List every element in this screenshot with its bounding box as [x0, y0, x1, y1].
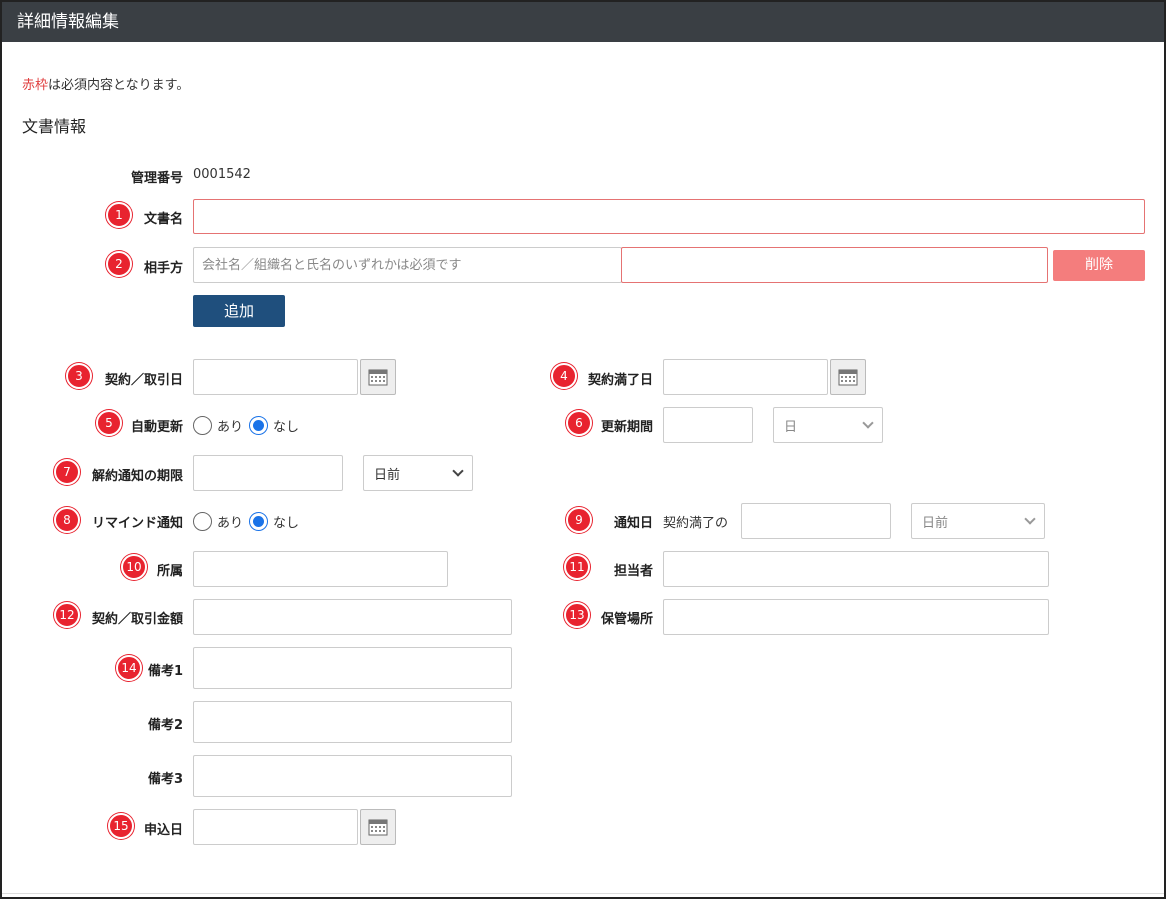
add-button[interactable]: 追加 — [193, 295, 285, 327]
badge-6: 6 — [566, 410, 592, 436]
cancel-deadline-unit-select[interactable]: 日前 — [363, 455, 473, 491]
apply-date-input[interactable] — [193, 809, 358, 845]
auto-renew-no-label: なし — [273, 420, 300, 435]
section-title: 文書情報 — [22, 117, 87, 136]
remark3-label: 備考3 — [147, 772, 183, 787]
storage-input[interactable] — [663, 599, 1049, 635]
party-label: 相手方 — [143, 261, 183, 276]
remark1-textarea[interactable] — [193, 647, 512, 689]
required-note-red: 赤枠 — [22, 78, 49, 93]
renew-period-input[interactable] — [663, 407, 753, 443]
calendar-icon[interactable] — [830, 359, 866, 395]
badge-2: 2 — [106, 251, 132, 277]
reminder-yes-radio[interactable] — [193, 512, 212, 531]
remark3-textarea[interactable] — [193, 755, 512, 797]
dept-input[interactable] — [193, 551, 448, 587]
chevron-down-icon — [452, 465, 464, 477]
notify-date-label: 通知日 — [613, 516, 653, 531]
remark1-label: 備考1 — [147, 664, 183, 679]
window-frame — [0, 0, 1166, 899]
cancel-deadline-unit-value: 日前 — [374, 467, 401, 483]
expiry-date-label: 契約満了日 — [587, 373, 653, 388]
calendar-icon[interactable] — [360, 359, 396, 395]
storage-label: 保管場所 — [600, 612, 653, 627]
bottom-divider — [2, 893, 1164, 894]
badge-9: 9 — [566, 507, 592, 533]
notify-date-unit-select[interactable]: 日前 — [911, 503, 1045, 539]
calendar-icon[interactable] — [360, 809, 396, 845]
remark2-textarea[interactable] — [193, 701, 512, 743]
chevron-down-icon — [1024, 513, 1036, 525]
apply-date-label: 申込日 — [143, 823, 183, 838]
auto-renew-yes-radio[interactable] — [193, 416, 212, 435]
remark2-label: 備考2 — [147, 718, 183, 733]
delete-button[interactable]: 削除 — [1053, 250, 1145, 281]
notify-date-unit-value: 日前 — [922, 515, 949, 531]
doc-name-input[interactable] — [193, 199, 1145, 234]
badge-7: 7 — [54, 459, 80, 485]
reminder-yes-label: あり — [217, 516, 244, 531]
party-name-input[interactable] — [621, 247, 1048, 283]
badge-13: 13 — [564, 602, 590, 628]
reminder-no-label: なし — [273, 516, 300, 531]
auto-renew-label: 自動更新 — [130, 420, 183, 435]
badge-10: 10 — [121, 554, 147, 580]
person-input[interactable] — [663, 551, 1049, 587]
cancel-deadline-label: 解約通知の期限 — [91, 469, 183, 484]
badge-4: 4 — [551, 363, 577, 389]
chevron-down-icon — [862, 417, 874, 429]
cancel-deadline-input[interactable] — [193, 455, 343, 491]
contract-date-input[interactable] — [193, 359, 358, 395]
amount-label: 契約／取引金額 — [91, 612, 183, 627]
person-label: 担当者 — [613, 564, 653, 579]
auto-renew-no-radio[interactable] — [249, 416, 268, 435]
badge-5: 5 — [96, 410, 122, 436]
badge-11: 11 — [564, 554, 590, 580]
badge-1: 1 — [106, 202, 132, 228]
doc-name-label: 文書名 — [143, 212, 183, 227]
party-company-input[interactable] — [193, 247, 622, 283]
amount-input[interactable] — [193, 599, 512, 635]
mgmt-no-value: 0001542 — [193, 167, 251, 182]
auto-renew-yes-label: あり — [217, 420, 244, 435]
badge-3: 3 — [66, 363, 92, 389]
contract-date-label: 契約／取引日 — [104, 373, 183, 388]
notify-date-prefix: 契約満了の — [663, 516, 729, 531]
dept-label: 所属 — [156, 564, 183, 579]
mgmt-no-label: 管理番号 — [130, 171, 183, 186]
badge-14: 14 — [116, 655, 142, 681]
badge-15: 15 — [108, 813, 134, 839]
notify-date-input[interactable] — [741, 503, 891, 539]
expiry-date-input[interactable] — [663, 359, 828, 395]
reminder-no-radio[interactable] — [249, 512, 268, 531]
renew-period-unit-value: 日 — [784, 419, 798, 435]
renew-period-unit-select[interactable]: 日 — [773, 407, 883, 443]
renew-period-label: 更新期間 — [600, 420, 653, 435]
badge-12: 12 — [54, 602, 80, 628]
required-note-text: は必須内容となります。 — [48, 78, 190, 93]
required-note: 赤枠は必須内容となります。 — [22, 74, 189, 93]
reminder-label: リマインド通知 — [91, 516, 183, 531]
page-title: 詳細情報編集 — [2, 2, 1164, 42]
badge-8: 8 — [54, 507, 80, 533]
